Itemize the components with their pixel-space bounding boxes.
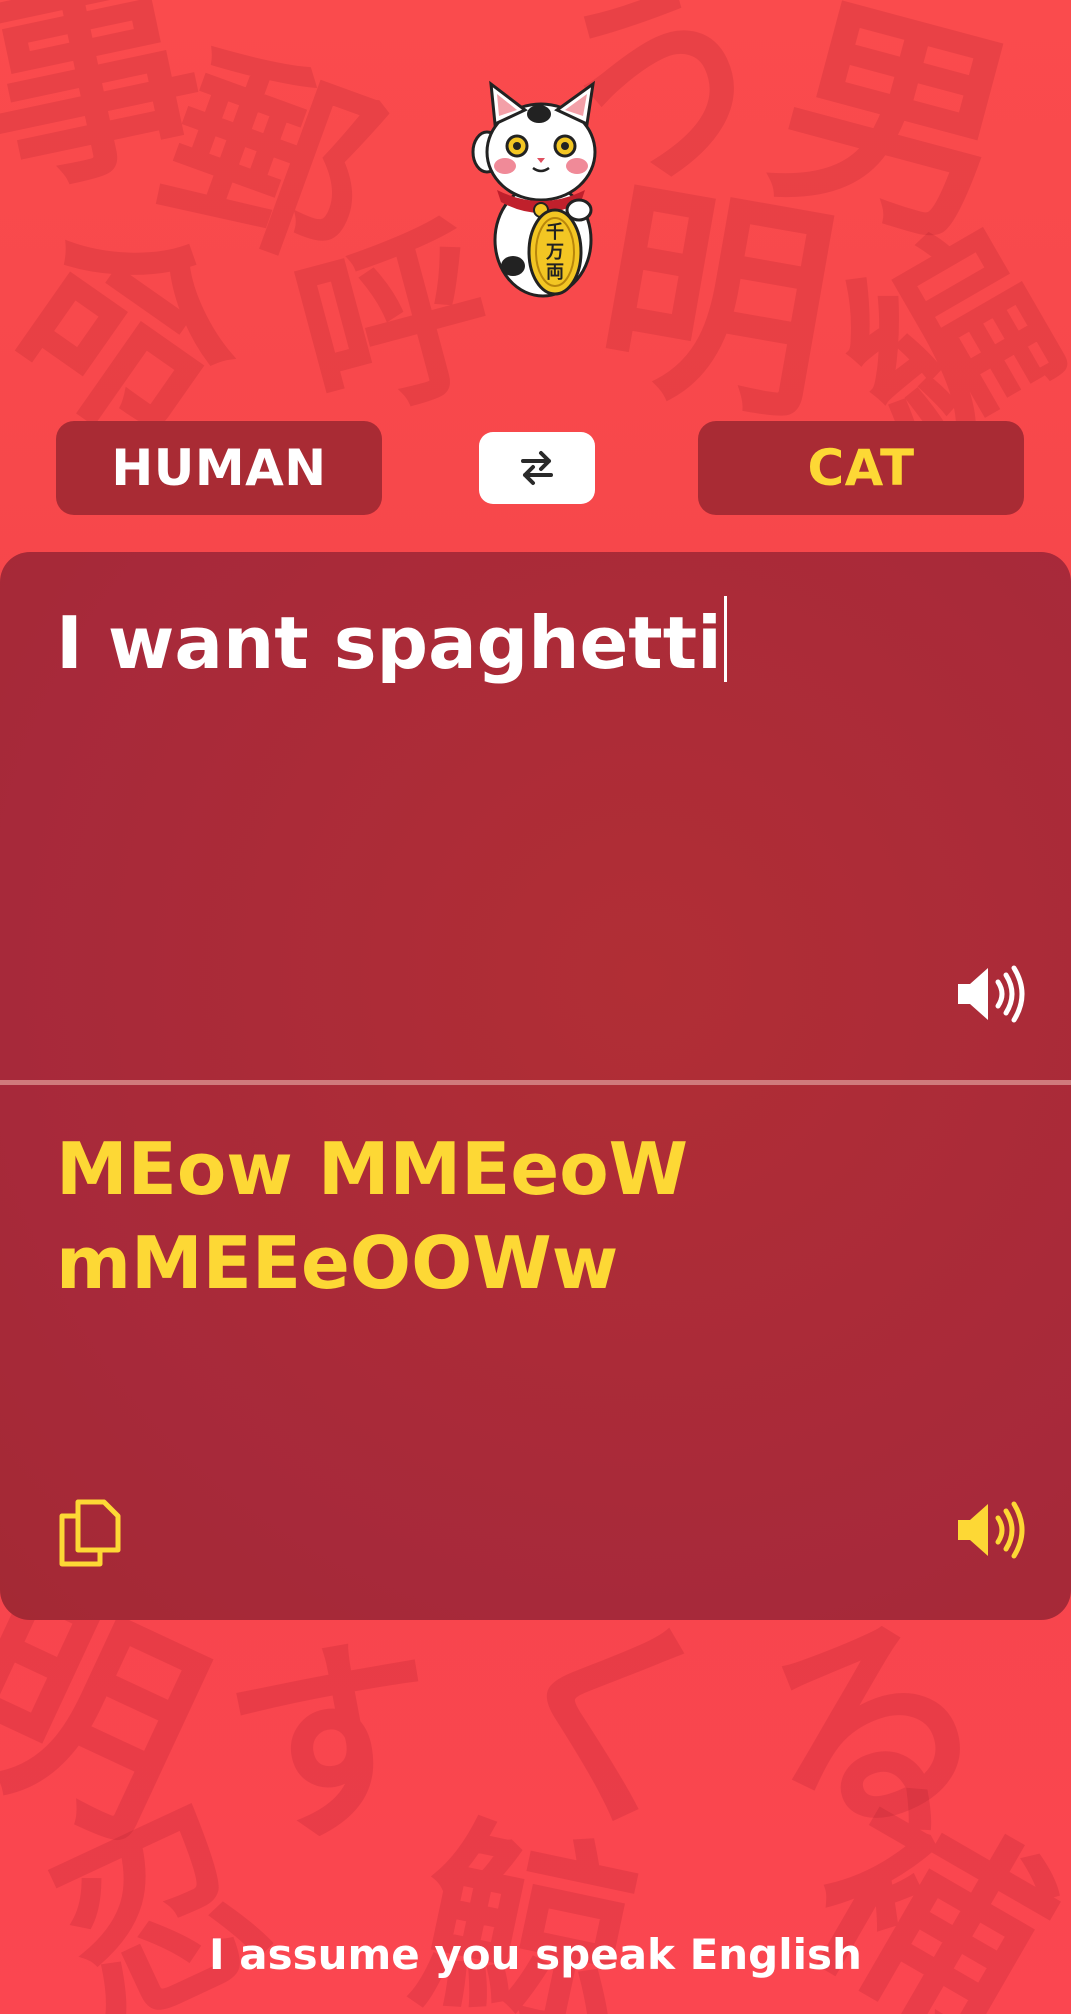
text-caret [723,596,727,682]
translation-output: MEow MMEeoW mMEEeOOWw [56,1127,689,1305]
source-text-input[interactable]: I want spaghetti [56,596,986,686]
source-language-button[interactable]: HUMAN [56,421,382,515]
panel-divider [0,1080,1071,1085]
source-text-value: I want spaghetti [56,601,722,685]
language-assumption-note: I assume you speak English [209,1930,862,1979]
speaker-icon [958,1501,1025,1559]
svg-text:両: 両 [546,262,564,283]
svg-text:万: 万 [545,242,564,263]
maneki-neko-logo: 千 万 両 [471,80,597,298]
target-language-button[interactable]: CAT [698,421,1024,515]
translation-panel: I want spaghetti MEow MMEeoW mMEEeOOWw [0,552,1071,1620]
translation-speak-button[interactable] [954,1500,1026,1560]
copy-translation-button[interactable] [56,1498,122,1568]
swap-arrows-icon [521,451,553,485]
svg-text:千: 千 [546,222,564,243]
speaker-icon [958,965,1025,1023]
source-speak-button[interactable] [954,964,1026,1024]
copy-icon [59,1499,121,1567]
swap-languages-button[interactable] [479,432,595,504]
